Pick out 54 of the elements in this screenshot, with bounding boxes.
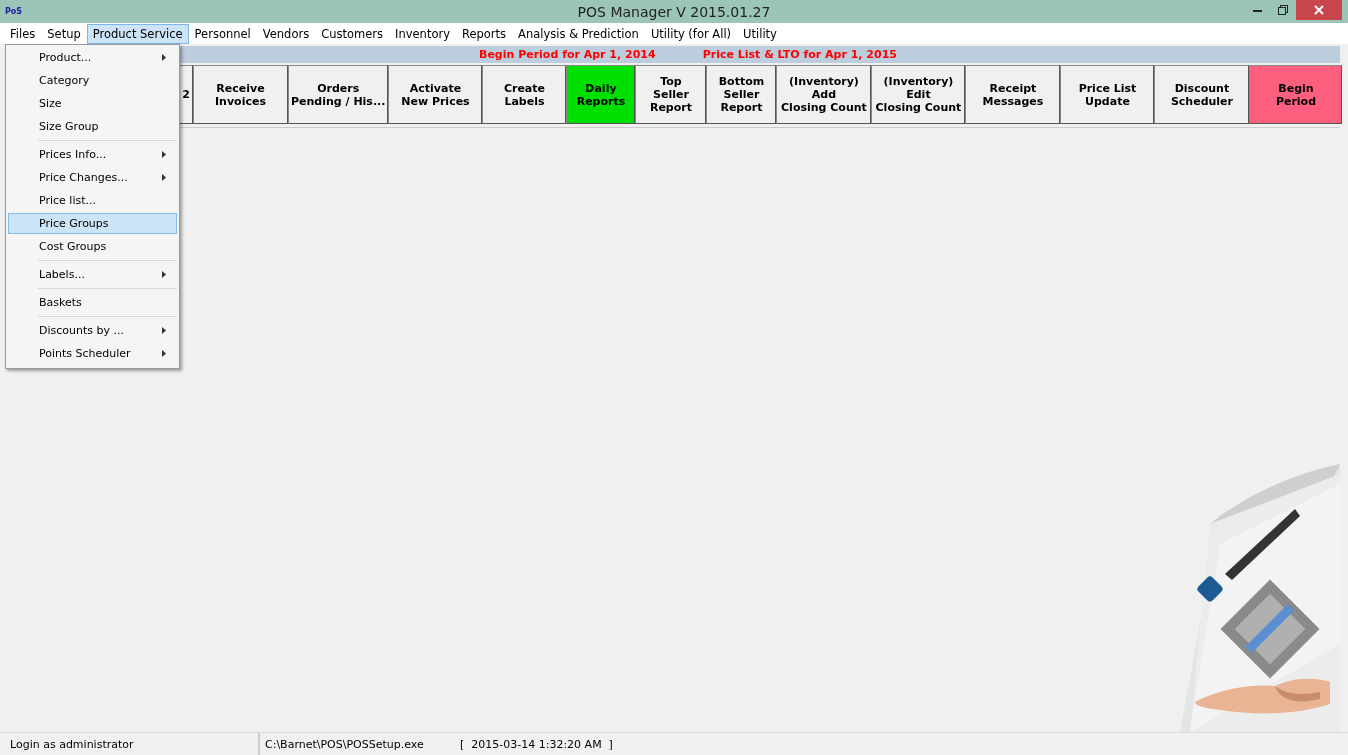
menu-item[interactable]: Product... <box>8 47 177 68</box>
menu-item[interactable]: Prices Info... <box>8 144 177 165</box>
close-button[interactable] <box>1296 0 1342 20</box>
toolbar-button[interactable]: Begin Period <box>1249 65 1343 124</box>
banner-text: Begin Period for Apr 1, 2014 <box>479 48 656 61</box>
menu-item[interactable]: Inventory <box>389 23 456 44</box>
minimize-icon <box>1252 8 1262 12</box>
menu-item[interactable]: Files <box>4 23 42 44</box>
submenu-arrow-icon <box>162 271 166 278</box>
menu-item[interactable]: Points Scheduler <box>8 343 177 364</box>
status-text: Login as administrator <box>10 737 134 751</box>
toolbar-button[interactable]: Orders Pending / His... <box>288 65 389 124</box>
submenu-arrow-icon <box>162 174 166 181</box>
menu-item[interactable]: Utility <box>737 23 783 44</box>
toolbar-button[interactable]: Activate New Prices <box>388 65 483 124</box>
menu-item[interactable]: Utility (for All) <box>644 23 738 44</box>
restore-icon <box>1278 5 1288 15</box>
menu-item[interactable]: Price Changes... <box>8 167 177 188</box>
menu-item[interactable]: Category <box>8 70 177 91</box>
status-text: [ 2015-03-14 1:32:20 AM ] <box>460 737 613 751</box>
menu-item[interactable]: Personnel <box>188 23 257 44</box>
menu-item[interactable]: Labels... <box>8 264 177 285</box>
menu-item[interactable]: Price Groups <box>8 213 177 234</box>
window-title: POS Manager V 2015.01.27 <box>577 3 771 20</box>
toolbar-button[interactable]: Top Seller Report <box>635 65 707 124</box>
menu-item[interactable]: Setup <box>41 23 87 44</box>
menu-item[interactable]: Cost Groups <box>8 236 177 257</box>
menu-item[interactable]: Price list... <box>8 190 177 211</box>
menu-item[interactable]: Vendors <box>256 23 316 44</box>
toolbar-button[interactable]: Receipt Messages <box>965 65 1061 124</box>
menu-item[interactable]: Customers <box>315 23 390 44</box>
toolbar-button[interactable]: Discount Scheduler <box>1154 65 1250 124</box>
menu-item[interactable]: Discounts by ... <box>8 320 177 341</box>
toolbar-button[interactable]: (Inventory) Edit Closing Count <box>871 65 966 124</box>
status-text: C:\Barnet\POS\POSSetup.exe <box>265 737 424 751</box>
toolbar-button[interactable]: (Inventory) Add Closing Count <box>776 65 872 124</box>
menu-item[interactable]: Size <box>8 93 177 114</box>
menu-item[interactable]: Baskets <box>8 292 177 313</box>
submenu-arrow-icon <box>162 151 166 158</box>
app-icon: PoS <box>5 7 23 16</box>
toolbar-button[interactable]: Price List Update <box>1060 65 1155 124</box>
submenu-arrow-icon <box>162 350 166 357</box>
menu-item[interactable]: Analysis & Prediction <box>512 23 645 44</box>
toolbar-button[interactable]: Bottom Seller Report <box>706 65 777 124</box>
toolbar-button[interactable]: Create Labels <box>482 65 567 124</box>
submenu-arrow-icon <box>162 54 166 61</box>
toolbar-button[interactable]: Receive Invoices <box>193 65 288 124</box>
toolbar-button[interactable]: Daily Reports <box>566 65 636 124</box>
menu-item[interactable]: Size Group <box>8 116 177 137</box>
menu-item[interactable]: Product Service <box>86 23 189 44</box>
close-icon <box>1314 5 1324 15</box>
menu-item[interactable]: Reports <box>455 23 513 44</box>
submenu-arrow-icon <box>162 327 166 334</box>
banner-text: Price List & LTO for Apr 1, 2015 <box>702 48 897 61</box>
